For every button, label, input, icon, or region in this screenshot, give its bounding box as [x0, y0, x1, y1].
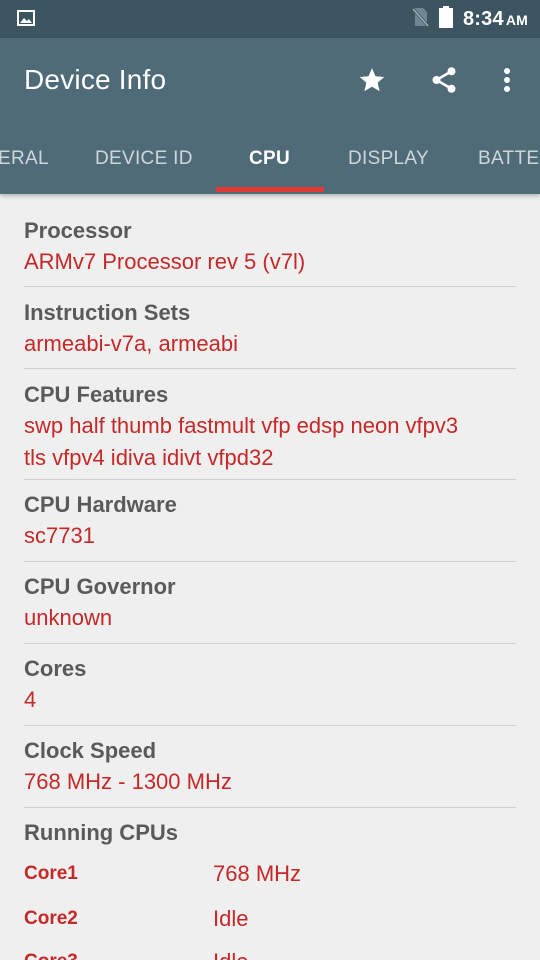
core-name: Core3	[24, 951, 78, 960]
tab-cpu[interactable]: CPU	[249, 148, 290, 170]
info-label: Cores	[24, 656, 87, 681]
info-item-cpu-governor: CPU Governor unknown	[24, 572, 516, 634]
divider	[24, 561, 516, 562]
core-row: Core3 Idle	[24, 949, 516, 960]
battery-icon	[438, 5, 453, 33]
info-item-cpu-hardware: CPU Hardware sc7731	[24, 490, 516, 552]
app-title: Device Info	[24, 64, 167, 95]
info-item-cores: Cores 4	[24, 654, 516, 716]
info-value: armeabi-v7a, armeabi	[24, 331, 238, 356]
info-label: Processor	[24, 218, 132, 243]
status-bar: 8:34 AM	[0, 0, 540, 38]
no-sim-icon	[411, 7, 430, 32]
image-icon	[17, 10, 35, 26]
info-value: ARMv7 Processor rev 5 (v7l)	[24, 249, 306, 274]
cpu-info-list[interactable]: Processor ARMv7 Processor rev 5 (v7l) In…	[0, 194, 540, 960]
divider	[24, 807, 516, 808]
tab-bar: ERAL DEVICE ID CPU DISPLAY BATTE	[0, 135, 540, 194]
info-value-line-1: swp half thumb fastmult vfp edsp neon vf…	[24, 413, 459, 438]
tab-general[interactable]: ERAL	[0, 148, 49, 170]
info-value: sc7731	[24, 523, 95, 548]
divider	[24, 643, 516, 644]
info-label: Clock Speed	[24, 738, 157, 763]
divider	[24, 479, 516, 480]
info-label: CPU Governor	[24, 574, 176, 599]
info-item-processor: Processor ARMv7 Processor rev 5 (v7l)	[24, 216, 516, 278]
more-vert-icon[interactable]	[489, 62, 525, 98]
info-value: 768 MHz - 1300 MHz	[24, 769, 232, 794]
star-icon[interactable]	[354, 62, 390, 98]
core-value: 768 MHz	[213, 861, 302, 886]
status-time-ampm: AM	[505, 11, 528, 28]
share-icon[interactable]	[426, 62, 462, 98]
core-value: Idle	[213, 949, 248, 960]
core-name: Core2	[24, 908, 78, 929]
core-value: Idle	[213, 906, 249, 931]
info-value-line-2: tls vfpv4 idiva idivt vfpd32	[24, 445, 274, 470]
tab-battery[interactable]: BATTE	[478, 148, 539, 170]
info-item-running-cpus: Running CPUs	[24, 818, 516, 848]
core-name: Core1	[24, 863, 78, 884]
info-label: CPU Hardware	[24, 492, 177, 517]
status-time: 8:34 AM	[463, 8, 528, 31]
tab-device-id[interactable]: DEVICE ID	[95, 148, 193, 170]
divider	[24, 725, 516, 726]
info-value: unknown	[24, 605, 113, 630]
divider	[24, 368, 516, 369]
info-item-instruction-sets: Instruction Sets armeabi-v7a, armeabi	[24, 298, 516, 360]
info-label: Instruction Sets	[24, 300, 191, 325]
info-value: 4	[24, 687, 37, 712]
info-label: CPU Features	[24, 382, 169, 407]
app-bar: Device Info ERAL DEVICE ID CPU DISPLAY B…	[0, 38, 540, 194]
active-tab-indicator	[216, 187, 324, 192]
status-time-value: 8:34	[462, 7, 504, 30]
tab-display[interactable]: DISPLAY	[348, 148, 429, 170]
info-item-clock-speed: Clock Speed 768 MHz - 1300 MHz	[24, 736, 516, 798]
info-label: Running CPUs	[24, 820, 178, 845]
core-row: Core2 Idle	[24, 906, 516, 942]
info-item-cpu-features: CPU Features swp half thumb fastmult vfp…	[24, 380, 516, 474]
core-row: Core1 768 MHz	[24, 861, 516, 897]
divider	[24, 286, 516, 287]
